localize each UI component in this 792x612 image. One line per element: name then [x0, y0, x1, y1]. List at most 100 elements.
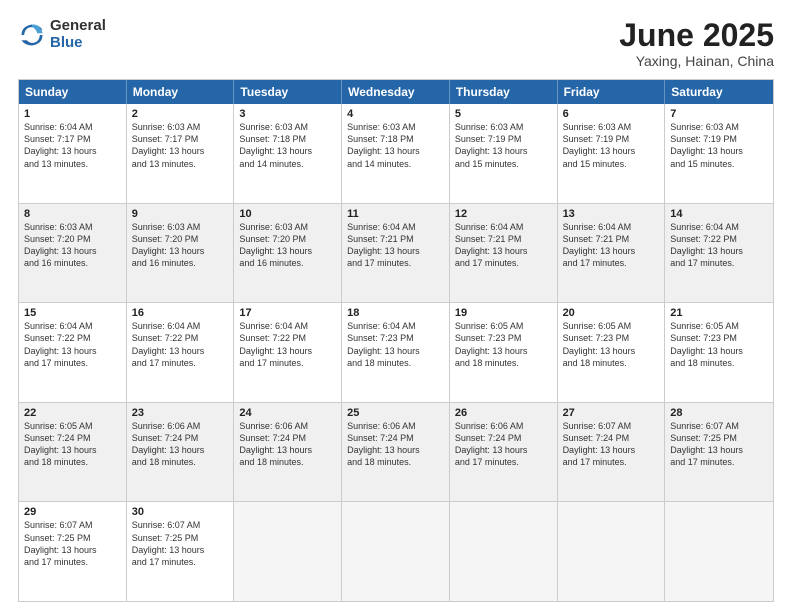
calendar-subtitle: Yaxing, Hainan, China — [619, 53, 774, 69]
cell-info: Sunrise: 6:03 AM Sunset: 7:17 PM Dayligh… — [132, 121, 229, 170]
cell-info: Sunrise: 6:06 AM Sunset: 7:24 PM Dayligh… — [347, 420, 444, 469]
calendar-cell: 10Sunrise: 6:03 AM Sunset: 7:20 PM Dayli… — [234, 204, 342, 303]
cell-info: Sunrise: 6:04 AM Sunset: 7:21 PM Dayligh… — [455, 221, 552, 270]
cell-info: Sunrise: 6:05 AM Sunset: 7:23 PM Dayligh… — [455, 320, 552, 369]
cell-info: Sunrise: 6:03 AM Sunset: 7:18 PM Dayligh… — [347, 121, 444, 170]
week-row-3: 15Sunrise: 6:04 AM Sunset: 7:22 PM Dayli… — [19, 302, 773, 402]
calendar-cell: 28Sunrise: 6:07 AM Sunset: 7:25 PM Dayli… — [665, 403, 773, 502]
calendar-title: June 2025 — [619, 18, 774, 53]
calendar-cell: 29Sunrise: 6:07 AM Sunset: 7:25 PM Dayli… — [19, 502, 127, 601]
day-number: 2 — [132, 108, 229, 120]
header: General Blue June 2025 Yaxing, Hainan, C… — [18, 18, 774, 69]
calendar-cell: 7Sunrise: 6:03 AM Sunset: 7:19 PM Daylig… — [665, 104, 773, 203]
day-number: 3 — [239, 108, 336, 120]
calendar: Sunday Monday Tuesday Wednesday Thursday… — [18, 79, 774, 602]
calendar-cell: 22Sunrise: 6:05 AM Sunset: 7:24 PM Dayli… — [19, 403, 127, 502]
cell-info: Sunrise: 6:04 AM Sunset: 7:22 PM Dayligh… — [24, 320, 121, 369]
day-number: 29 — [24, 506, 121, 518]
cell-info: Sunrise: 6:04 AM Sunset: 7:17 PM Dayligh… — [24, 121, 121, 170]
cell-info: Sunrise: 6:04 AM Sunset: 7:22 PM Dayligh… — [132, 320, 229, 369]
calendar-cell: 17Sunrise: 6:04 AM Sunset: 7:22 PM Dayli… — [234, 303, 342, 402]
page: General Blue June 2025 Yaxing, Hainan, C… — [0, 0, 792, 612]
day-number: 25 — [347, 407, 444, 419]
calendar-header: Sunday Monday Tuesday Wednesday Thursday… — [19, 80, 773, 104]
day-number: 18 — [347, 307, 444, 319]
logo-icon — [18, 21, 46, 49]
day-number: 13 — [563, 208, 660, 220]
logo-text: General Blue — [50, 18, 106, 51]
day-number: 10 — [239, 208, 336, 220]
calendar-cell — [558, 502, 666, 601]
calendar-body: 1Sunrise: 6:04 AM Sunset: 7:17 PM Daylig… — [19, 104, 773, 601]
cell-info: Sunrise: 6:07 AM Sunset: 7:25 PM Dayligh… — [132, 519, 229, 568]
day-number: 11 — [347, 208, 444, 220]
day-number: 1 — [24, 108, 121, 120]
day-number: 27 — [563, 407, 660, 419]
cell-info: Sunrise: 6:07 AM Sunset: 7:25 PM Dayligh… — [24, 519, 121, 568]
day-number: 6 — [563, 108, 660, 120]
calendar-cell: 23Sunrise: 6:06 AM Sunset: 7:24 PM Dayli… — [127, 403, 235, 502]
calendar-cell: 20Sunrise: 6:05 AM Sunset: 7:23 PM Dayli… — [558, 303, 666, 402]
calendar-cell: 24Sunrise: 6:06 AM Sunset: 7:24 PM Dayli… — [234, 403, 342, 502]
logo-general: General — [50, 18, 106, 35]
calendar-cell: 13Sunrise: 6:04 AM Sunset: 7:21 PM Dayli… — [558, 204, 666, 303]
calendar-cell: 30Sunrise: 6:07 AM Sunset: 7:25 PM Dayli… — [127, 502, 235, 601]
calendar-cell: 19Sunrise: 6:05 AM Sunset: 7:23 PM Dayli… — [450, 303, 558, 402]
header-monday: Monday — [127, 80, 235, 104]
header-saturday: Saturday — [665, 80, 773, 104]
cell-info: Sunrise: 6:03 AM Sunset: 7:20 PM Dayligh… — [24, 221, 121, 270]
cell-info: Sunrise: 6:03 AM Sunset: 7:20 PM Dayligh… — [132, 221, 229, 270]
day-number: 7 — [670, 108, 768, 120]
calendar-cell: 4Sunrise: 6:03 AM Sunset: 7:18 PM Daylig… — [342, 104, 450, 203]
logo-blue: Blue — [50, 35, 106, 52]
week-row-5: 29Sunrise: 6:07 AM Sunset: 7:25 PM Dayli… — [19, 501, 773, 601]
calendar-cell: 1Sunrise: 6:04 AM Sunset: 7:17 PM Daylig… — [19, 104, 127, 203]
cell-info: Sunrise: 6:05 AM Sunset: 7:24 PM Dayligh… — [24, 420, 121, 469]
day-number: 9 — [132, 208, 229, 220]
header-wednesday: Wednesday — [342, 80, 450, 104]
day-number: 23 — [132, 407, 229, 419]
cell-info: Sunrise: 6:04 AM Sunset: 7:21 PM Dayligh… — [347, 221, 444, 270]
header-friday: Friday — [558, 80, 666, 104]
cell-info: Sunrise: 6:04 AM Sunset: 7:22 PM Dayligh… — [670, 221, 768, 270]
cell-info: Sunrise: 6:04 AM Sunset: 7:22 PM Dayligh… — [239, 320, 336, 369]
calendar-cell: 14Sunrise: 6:04 AM Sunset: 7:22 PM Dayli… — [665, 204, 773, 303]
cell-info: Sunrise: 6:03 AM Sunset: 7:19 PM Dayligh… — [670, 121, 768, 170]
cell-info: Sunrise: 6:06 AM Sunset: 7:24 PM Dayligh… — [455, 420, 552, 469]
day-number: 19 — [455, 307, 552, 319]
cell-info: Sunrise: 6:07 AM Sunset: 7:25 PM Dayligh… — [670, 420, 768, 469]
day-number: 8 — [24, 208, 121, 220]
calendar-cell: 11Sunrise: 6:04 AM Sunset: 7:21 PM Dayli… — [342, 204, 450, 303]
header-thursday: Thursday — [450, 80, 558, 104]
day-number: 20 — [563, 307, 660, 319]
calendar-cell: 3Sunrise: 6:03 AM Sunset: 7:18 PM Daylig… — [234, 104, 342, 203]
calendar-cell — [665, 502, 773, 601]
week-row-2: 8Sunrise: 6:03 AM Sunset: 7:20 PM Daylig… — [19, 203, 773, 303]
cell-info: Sunrise: 6:06 AM Sunset: 7:24 PM Dayligh… — [239, 420, 336, 469]
day-number: 22 — [24, 407, 121, 419]
day-number: 5 — [455, 108, 552, 120]
calendar-cell: 9Sunrise: 6:03 AM Sunset: 7:20 PM Daylig… — [127, 204, 235, 303]
calendar-cell: 21Sunrise: 6:05 AM Sunset: 7:23 PM Dayli… — [665, 303, 773, 402]
week-row-4: 22Sunrise: 6:05 AM Sunset: 7:24 PM Dayli… — [19, 402, 773, 502]
week-row-1: 1Sunrise: 6:04 AM Sunset: 7:17 PM Daylig… — [19, 104, 773, 203]
day-number: 15 — [24, 307, 121, 319]
calendar-cell: 2Sunrise: 6:03 AM Sunset: 7:17 PM Daylig… — [127, 104, 235, 203]
cell-info: Sunrise: 6:05 AM Sunset: 7:23 PM Dayligh… — [563, 320, 660, 369]
calendar-cell: 15Sunrise: 6:04 AM Sunset: 7:22 PM Dayli… — [19, 303, 127, 402]
day-number: 24 — [239, 407, 336, 419]
cell-info: Sunrise: 6:07 AM Sunset: 7:24 PM Dayligh… — [563, 420, 660, 469]
cell-info: Sunrise: 6:03 AM Sunset: 7:19 PM Dayligh… — [455, 121, 552, 170]
cell-info: Sunrise: 6:03 AM Sunset: 7:19 PM Dayligh… — [563, 121, 660, 170]
calendar-cell: 26Sunrise: 6:06 AM Sunset: 7:24 PM Dayli… — [450, 403, 558, 502]
calendar-cell: 8Sunrise: 6:03 AM Sunset: 7:20 PM Daylig… — [19, 204, 127, 303]
calendar-cell: 12Sunrise: 6:04 AM Sunset: 7:21 PM Dayli… — [450, 204, 558, 303]
day-number: 12 — [455, 208, 552, 220]
cell-info: Sunrise: 6:06 AM Sunset: 7:24 PM Dayligh… — [132, 420, 229, 469]
calendar-cell: 18Sunrise: 6:04 AM Sunset: 7:23 PM Dayli… — [342, 303, 450, 402]
cell-info: Sunrise: 6:03 AM Sunset: 7:18 PM Dayligh… — [239, 121, 336, 170]
calendar-cell: 16Sunrise: 6:04 AM Sunset: 7:22 PM Dayli… — [127, 303, 235, 402]
header-tuesday: Tuesday — [234, 80, 342, 104]
day-number: 17 — [239, 307, 336, 319]
cell-info: Sunrise: 6:04 AM Sunset: 7:23 PM Dayligh… — [347, 320, 444, 369]
